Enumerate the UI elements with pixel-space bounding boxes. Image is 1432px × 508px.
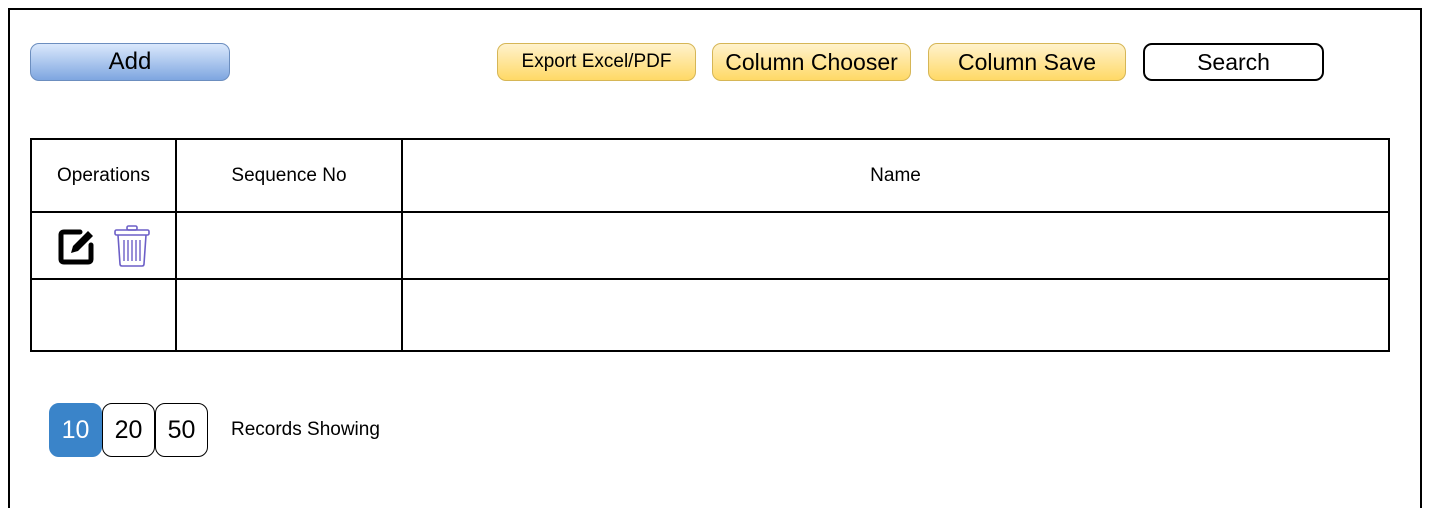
data-table: Operations Sequence No Name bbox=[30, 138, 1390, 352]
table-row bbox=[30, 211, 1390, 280]
page-size-50-button[interactable]: 50 bbox=[155, 403, 208, 457]
records-showing-label: Records Showing bbox=[231, 419, 380, 440]
sequence-no-cell bbox=[175, 211, 403, 280]
column-header-sequence-no: Sequence No bbox=[175, 138, 403, 213]
trash-icon[interactable] bbox=[112, 224, 152, 268]
page-size-10-button[interactable]: 10 bbox=[49, 403, 102, 457]
table-header-row: Operations Sequence No Name bbox=[30, 138, 1390, 213]
add-button[interactable]: Add bbox=[30, 43, 230, 81]
export-excel-pdf-button[interactable]: Export Excel/PDF bbox=[497, 43, 696, 81]
pagination: 10 20 50 Records Showing bbox=[49, 403, 380, 457]
table-row bbox=[30, 278, 1390, 352]
page-size-20-button[interactable]: 20 bbox=[102, 403, 155, 457]
column-save-button[interactable]: Column Save bbox=[928, 43, 1126, 81]
column-chooser-button[interactable]: Column Chooser bbox=[712, 43, 911, 81]
operations-cell bbox=[30, 211, 177, 280]
name-cell bbox=[401, 211, 1390, 280]
column-header-operations: Operations bbox=[30, 138, 177, 213]
name-cell bbox=[401, 278, 1390, 352]
operations-cell bbox=[30, 278, 177, 352]
sequence-no-cell bbox=[175, 278, 403, 352]
edit-icon[interactable] bbox=[56, 225, 98, 267]
column-header-name: Name bbox=[401, 138, 1390, 213]
search-button[interactable]: Search bbox=[1143, 43, 1324, 81]
